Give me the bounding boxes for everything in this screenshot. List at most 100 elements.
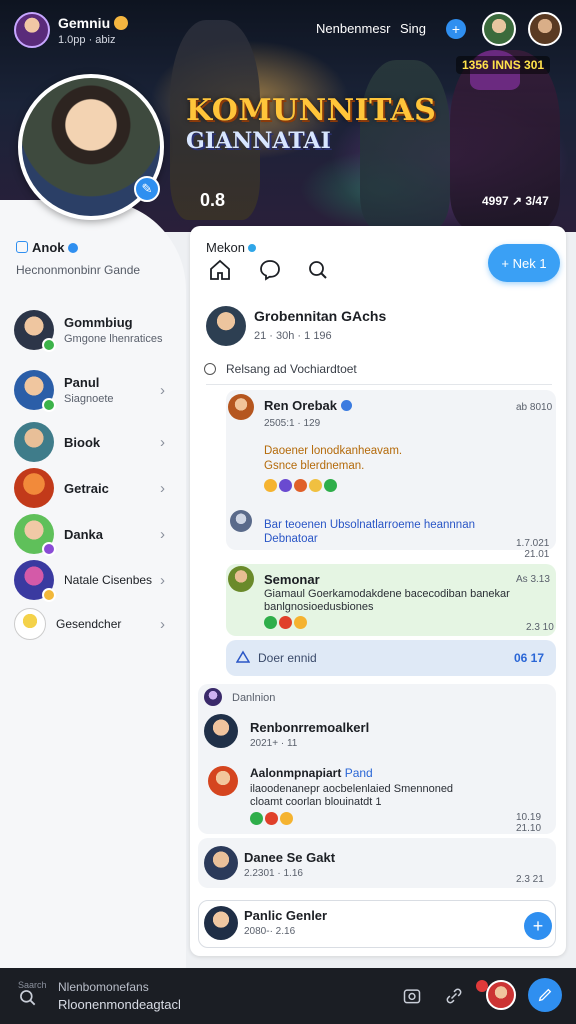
search-icon[interactable] (18, 988, 38, 1013)
status-icon (42, 542, 56, 556)
camera-icon[interactable] (402, 986, 424, 1008)
message-author[interactable]: Aalonmpnapiart Pand (250, 766, 373, 780)
message-avatar[interactable] (204, 714, 238, 748)
hero-title: KOMUNNITAS (186, 93, 437, 128)
message-footer: 10.19 21.10 (516, 812, 542, 834)
friend-name: Getraic (64, 480, 109, 496)
nav-link[interactable]: Sing (400, 21, 426, 36)
new-post-button[interactable]: + Nek 1 (488, 244, 560, 282)
message-text: banlgnosioedusbiones (264, 601, 374, 613)
verified-icon (67, 243, 78, 253)
reaction-row[interactable] (264, 616, 307, 629)
profile-subtitle: Hecnonmonbinr Gande (16, 263, 141, 277)
emoji-icon (294, 616, 307, 629)
divider (206, 384, 552, 385)
friend-avatar[interactable] (528, 12, 562, 46)
nav-link[interactable]: Nenbenmesr (316, 21, 390, 36)
hero-subtitle: GIANNATAI (186, 128, 331, 154)
hero-count-right: 4997 ↗ 3/47 (482, 194, 549, 208)
friend-avatar (14, 468, 54, 508)
friend-name: Danka (64, 526, 104, 542)
status-icon (42, 588, 56, 602)
chevron-right-icon: › (160, 381, 165, 399)
friend-item[interactable]: Danka › (14, 512, 174, 556)
status-dot-icon (114, 16, 129, 30)
profile-panel: Anok Hecnonmonbinr Gande Gommbiug Gmgone … (0, 200, 186, 970)
home-icon[interactable] (206, 256, 234, 284)
radio-icon (204, 363, 216, 375)
add-button[interactable]: + (524, 912, 552, 940)
message-time: As 3.13 (516, 574, 550, 585)
chat-meta: 2.2301 · 1.16 (244, 868, 303, 879)
friend-avatar (14, 560, 56, 602)
bottom-input[interactable]: Rloonenmondeagtacl (58, 997, 181, 1012)
reaction-row[interactable] (250, 812, 293, 825)
verified-icon (340, 400, 352, 411)
filter-label: Relsang ad Vochiardtoet (226, 362, 357, 376)
emoji-icon (309, 479, 322, 492)
chat-meta: 2080-· 2.16 (244, 926, 296, 937)
emoji-icon (264, 616, 277, 629)
emoji-icon (294, 479, 307, 492)
compose-button[interactable] (528, 978, 562, 1012)
message-avatar[interactable] (208, 766, 238, 796)
friend-item[interactable]: Panul Siagnoete › (14, 368, 174, 412)
message-author[interactable]: Renbonrremoalkerl (250, 720, 369, 735)
friend-item[interactable]: Gesendcher › (14, 602, 174, 646)
friend-avatar (14, 514, 56, 556)
emoji-icon (324, 479, 337, 492)
friend-item[interactable]: Biook › (14, 420, 174, 464)
message-author[interactable]: Ren Orebak (264, 398, 352, 413)
chat-name[interactable]: Danee Se Gakt (244, 850, 335, 865)
chat-avatar[interactable] (204, 846, 238, 880)
search-icon[interactable] (304, 256, 332, 284)
emoji-icon (279, 479, 292, 492)
emoji-icon (280, 812, 293, 825)
reply-avatar[interactable] (230, 510, 252, 532)
hero-character (360, 60, 450, 230)
group-title[interactable]: Grobennitan GAchs (254, 308, 386, 324)
friend-avatar (14, 608, 46, 640)
filter-option[interactable]: Relsang ad Vochiardtoet (204, 362, 357, 376)
group-meta: 21 · 30h · 1 196 (254, 330, 332, 342)
link-icon[interactable] (444, 986, 466, 1008)
friend-avatar (14, 370, 56, 412)
message-avatar[interactable] (228, 394, 254, 420)
user-avatar[interactable] (486, 980, 516, 1010)
chevron-right-icon: › (160, 525, 165, 543)
friend-avatar[interactable] (482, 12, 516, 46)
group-avatar[interactable] (206, 306, 246, 346)
chat-name[interactable]: Panlic Genler (244, 908, 327, 923)
friend-status: Gmgone lhenratices (64, 333, 163, 345)
message-avatar[interactable] (228, 566, 254, 592)
user-name[interactable]: Gemniu (58, 15, 129, 31)
chat-avatar[interactable] (204, 906, 238, 940)
friend-item[interactable]: Gommbiug Gmgone lhenratices (14, 308, 174, 352)
reaction-row[interactable] (264, 479, 337, 492)
message-meta: 2505:1 · 129 (264, 418, 321, 429)
message-footer: 1.7.021 21.01 (516, 538, 550, 560)
add-icon[interactable]: + (446, 19, 466, 39)
message-author[interactable]: Semonar (264, 572, 320, 587)
chat-icon[interactable] (256, 256, 284, 284)
hero-tag: 1356 INNS 301 (456, 56, 551, 74)
friend-item[interactable]: Getraic › (14, 466, 174, 510)
message-meta: 2021+ · 11 (250, 738, 298, 749)
edit-avatar-icon[interactable]: ✎ (134, 176, 160, 202)
user-avatar[interactable] (14, 12, 50, 48)
emoji-icon (265, 812, 278, 825)
top-bar: Gemniu 1.0pp · abiz Nenbenmesr Sing + (0, 0, 576, 58)
friend-item[interactable]: Natale Cisenbes › (14, 558, 174, 602)
profile-icon (16, 241, 28, 253)
friend-avatar (14, 310, 56, 352)
message-footer: 2.3 10 (526, 622, 554, 633)
reply-badge: 06 17 (514, 651, 545, 665)
bottom-bar: Saarch Nlenbomonefans Rloonenmondeagtacl (0, 968, 576, 1024)
reply-text: Doer ennid (258, 651, 317, 665)
emoji-icon (250, 812, 263, 825)
verified-icon (248, 244, 257, 252)
chevron-right-icon: › (160, 571, 165, 589)
friend-name: Gommbiug (64, 315, 133, 330)
profile-name[interactable]: Anok (16, 240, 78, 255)
feed-label: Mekon (206, 240, 257, 255)
